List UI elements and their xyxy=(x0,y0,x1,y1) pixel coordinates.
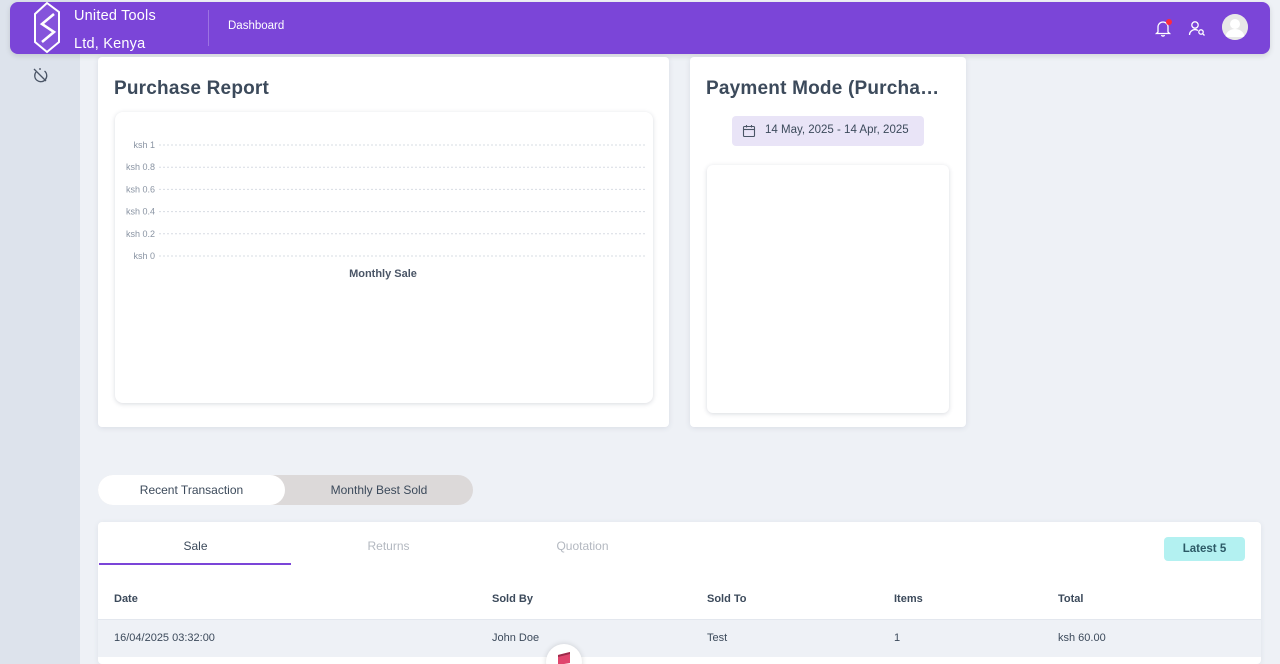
tab-quotation[interactable]: Quotation xyxy=(486,539,679,553)
date-range-text: 14 May, 2025 - 14 Apr, 2025 xyxy=(765,124,909,136)
logo[interactable] xyxy=(32,1,66,54)
latest-badge: Latest 5 xyxy=(1164,537,1245,561)
date-range-picker[interactable]: 14 May, 2025 - 14 Apr, 2025 xyxy=(732,116,924,146)
x-axis-label: Monthly Sale xyxy=(349,268,417,280)
toggle-recent-transaction[interactable]: Recent Transaction xyxy=(98,475,285,505)
active-tab-indicator xyxy=(99,563,291,565)
y-tick-label: ksh 0.8 xyxy=(126,162,155,172)
toggle-monthly-best-sold[interactable]: Monthly Best Sold xyxy=(285,475,473,505)
transaction-toggle: Monthly Best Sold Recent Transaction xyxy=(98,475,473,505)
avatar[interactable] xyxy=(1222,14,1248,40)
y-tick-label: ksh 1 xyxy=(133,140,155,150)
company-name-line1: United Tools xyxy=(74,8,156,24)
y-tick-label: ksh 0.4 xyxy=(126,207,155,217)
company-name-line2: Ltd, Kenya xyxy=(74,36,146,52)
y-tick-label: ksh 0.6 xyxy=(126,184,155,194)
purchase-report-card: Purchase Report ksh 1 ksh 0.8 ksh 0.6 ksh 0… xyxy=(98,57,669,427)
user-search-icon[interactable] xyxy=(1188,19,1206,37)
column-header-sold-to[interactable]: Sold To xyxy=(707,593,747,605)
nav-dashboard-link[interactable]: Dashboard xyxy=(228,20,284,32)
tab-returns[interactable]: Returns xyxy=(292,539,485,553)
top-navbar: United Tools Ltd, Kenya Dashboard xyxy=(10,1,1270,54)
music-icon xyxy=(557,651,571,664)
purchase-chart: ksh 1 ksh 0.8 ksh 0.6 ksh 0.4 ksh 0.2 ksh 0 Mo… xyxy=(115,112,653,403)
timer-off-icon[interactable] xyxy=(31,66,49,84)
notification-dot xyxy=(1166,19,1172,25)
table-row[interactable]: 16/04/2025 03:32:00 John Doe Test 1 ksh … xyxy=(98,619,1261,657)
purchase-chart-svg: ksh 1 ksh 0.8 ksh 0.6 ksh 0.4 ksh 0.2 ksh 0 Mo… xyxy=(126,140,645,280)
payment-mode-chart xyxy=(707,165,949,413)
cell-sold-to: Test xyxy=(707,632,728,644)
transactions-card: Sale Returns Quotation Latest 5 Date Sol… xyxy=(98,522,1261,664)
payment-mode-card: Payment Mode (Purchase) 14 May, 2025 - 1… xyxy=(690,57,966,427)
sidebar xyxy=(0,0,80,664)
cell-date: 16/04/2025 03:32:00 xyxy=(114,632,215,644)
calendar-icon xyxy=(742,124,756,138)
column-header-sold-by[interactable]: Sold By xyxy=(492,593,533,605)
column-header-items[interactable]: Items xyxy=(894,593,923,605)
payment-mode-title: Payment Mode (Purchase) xyxy=(706,78,946,99)
column-header-total[interactable]: Total xyxy=(1058,593,1083,605)
column-header-date[interactable]: Date xyxy=(114,593,138,605)
cell-items: 1 xyxy=(894,632,901,644)
divider xyxy=(208,10,209,46)
cell-total: ksh 60.00 xyxy=(1058,632,1106,644)
company-name: United Tools Ltd, Kenya xyxy=(74,2,192,58)
purchase-report-title: Purchase Report xyxy=(114,78,270,99)
y-tick-label: ksh 0 xyxy=(133,251,155,261)
tab-sale[interactable]: Sale xyxy=(99,539,292,553)
cell-sold-by: John Doe xyxy=(492,632,540,644)
y-tick-label: ksh 0.2 xyxy=(126,229,155,239)
